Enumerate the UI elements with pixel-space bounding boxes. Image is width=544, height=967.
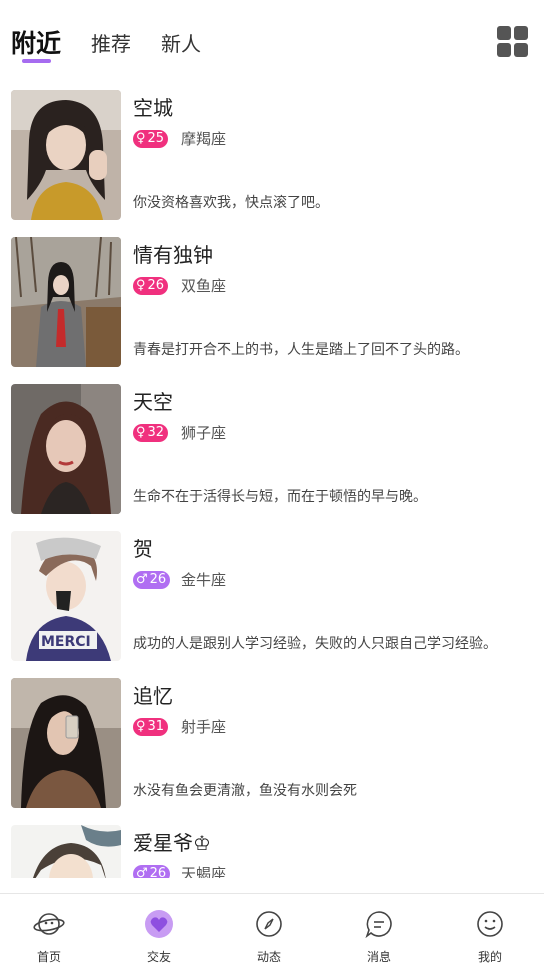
nav-feed[interactable]: 动态 [214,894,324,967]
message-icon [365,911,392,939]
nav-friends[interactable]: 交友 [104,894,214,967]
male-icon: ♂ [136,572,148,587]
user-name: 空城 [133,96,173,120]
top-bar: 附近 推荐 新人 [0,0,544,78]
female-icon: ♀ [136,131,146,146]
age-badge: ♀ 32 [133,424,169,442]
user-card[interactable]: 爱星爷♔ ♂ 26 天蝎座 [0,813,544,878]
user-card[interactable]: 天空 ♀ 32 狮子座 生命不在于活得长与短，而在于顿悟的早与晚。 [0,372,544,519]
user-card[interactable]: MERCI 贺 ♂ 26 金牛座 成功的人是跟别人学习经验，失败的人只跟自己学习… [0,519,544,666]
heart-bubble-icon [145,910,173,938]
age-value: 25 [147,131,165,146]
smiley-icon [477,911,503,937]
grid-view-icon[interactable] [497,26,529,58]
zodiac-sign: 摩羯座 [181,130,227,148]
avatar[interactable] [11,384,121,514]
user-card[interactable]: 空城 ♀ 25 摩羯座 你没资格喜欢我，快点滚了吧。 [0,78,544,225]
zodiac-sign: 金牛座 [181,571,227,589]
age-value: 31 [147,719,165,734]
zodiac-sign: 双鱼座 [181,277,227,295]
nav-label: 消息 [366,950,391,964]
zodiac-sign: 射手座 [181,718,227,736]
nav-label: 我的 [477,950,502,964]
age-value: 26 [149,572,167,587]
user-name: 天空 [133,390,173,414]
tab-newcomers[interactable]: 新人 [161,28,201,57]
user-bio: 你没资格喜欢我，快点滚了吧。 [133,195,329,211]
age-badge: ♀ 25 [133,130,169,148]
user-bio: 青春是打开合不上的书，人生是踏上了回不了头的路。 [133,342,469,358]
user-card[interactable]: 追忆 ♀ 31 射手座 水没有鱼会更清澈，鱼没有水则会死 [0,666,544,813]
user-name: 情有独钟 [133,243,213,267]
female-icon: ♀ [136,278,146,293]
female-icon: ♀ [136,719,146,734]
nav-profile[interactable]: 我的 [435,894,544,967]
age-value: 26 [149,866,167,878]
nav-messages[interactable]: 消息 [324,894,434,967]
age-badge: ♂ 26 [133,865,171,878]
age-value: 32 [147,425,165,440]
avatar[interactable]: MERCI [11,531,121,661]
zodiac-sign: 天蝎座 [181,865,227,878]
male-icon: ♂ [136,866,148,878]
user-name: 贺 [133,537,153,561]
nav-home[interactable]: 首页 [0,894,104,967]
user-name: 爱星爷♔ [133,831,211,855]
female-icon: ♀ [136,425,146,440]
age-badge: ♂ 26 [133,571,171,589]
nav-label: 首页 [36,950,61,964]
user-card[interactable]: 情有独钟 ♀ 26 双鱼座 青春是打开合不上的书，人生是踏上了回不了头的路。 [0,225,544,372]
user-bio: 水没有鱼会更清澈，鱼没有水则会死 [133,783,357,799]
user-bio: 成功的人是跟别人学习经验，失败的人只跟自己学习经验。 [133,636,497,652]
age-value: 26 [147,278,165,293]
nav-label: 交友 [146,950,171,964]
avatar[interactable] [11,678,121,808]
avatar[interactable] [11,237,121,367]
age-badge: ♀ 26 [133,277,169,295]
age-badge: ♀ 31 [133,718,169,736]
active-tab-indicator [22,59,51,63]
planet-icon [33,913,65,935]
avatar[interactable] [11,825,121,878]
compass-icon [256,911,282,937]
user-bio: 生命不在于活得长与短，而在于顿悟的早与晚。 [133,489,427,505]
tab-recommend[interactable]: 推荐 [91,28,131,57]
zodiac-sign: 狮子座 [181,424,227,442]
bottom-nav: 首页 交友 动态 消息 我的 [0,893,544,967]
svg-text:MERCI: MERCI [41,634,91,650]
avatar[interactable] [11,90,121,220]
nav-label: 动态 [256,950,281,964]
user-name: 追忆 [133,684,173,708]
tab-nearby[interactable]: 附近 [11,24,61,60]
user-list[interactable]: 空城 ♀ 25 摩羯座 你没资格喜欢我，快点滚了吧。 情有独钟 ♀ 26 双鱼座… [0,78,544,878]
